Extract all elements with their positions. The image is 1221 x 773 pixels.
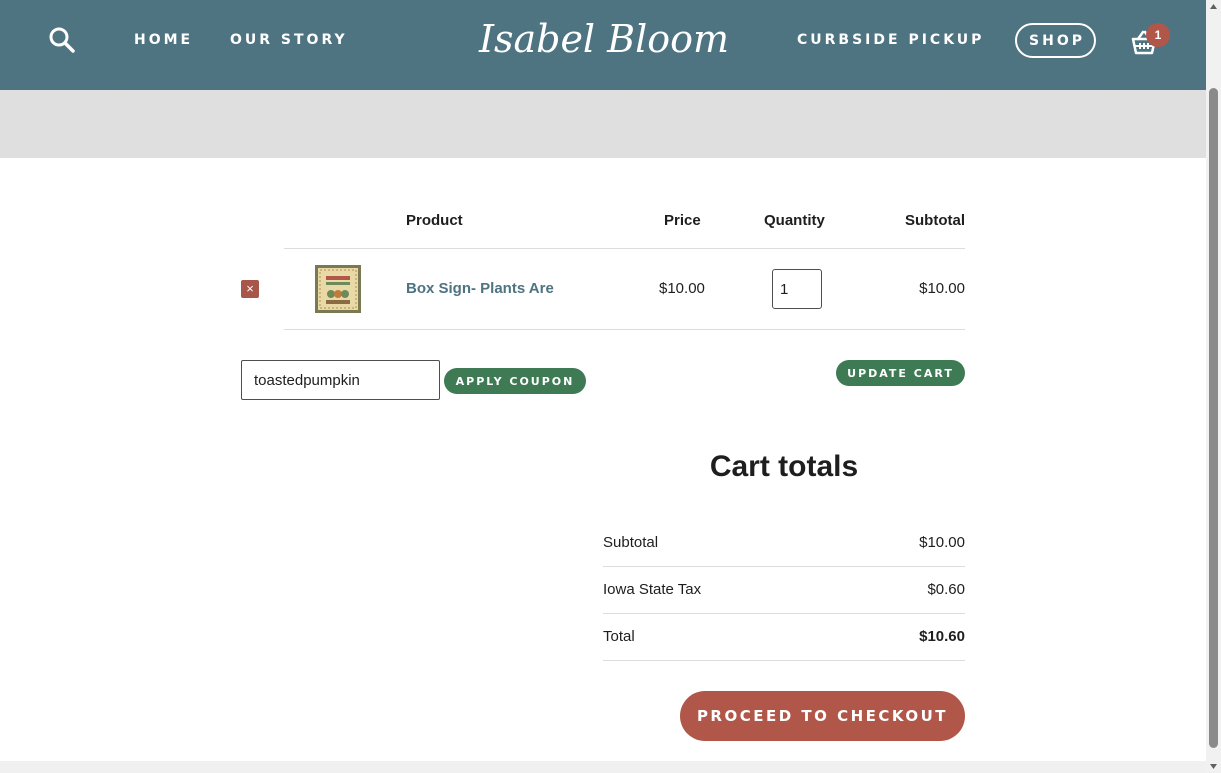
remove-item-button[interactable]: × <box>241 280 259 298</box>
banner-torn-edge <box>0 146 1206 154</box>
tax-label: Iowa State Tax <box>603 581 702 598</box>
cart-totals-title: Cart totals <box>709 450 859 483</box>
column-header-price: Price <box>664 212 701 229</box>
nav-our-story[interactable]: OUR STORY <box>230 32 348 48</box>
footer-strip <box>0 761 1206 773</box>
nav-shop-button[interactable]: SHOP <box>1015 23 1096 58</box>
proceed-to-checkout-button[interactable]: PROCEED TO CHECKOUT <box>680 691 965 741</box>
table-divider <box>284 248 965 249</box>
cart-count-badge: 1 <box>1146 23 1170 47</box>
product-name-link[interactable]: Box Sign- Plants Are <box>406 280 554 297</box>
product-thumbnail[interactable] <box>314 264 362 314</box>
column-header-product: Product <box>406 212 463 229</box>
total-label: Total <box>603 628 635 645</box>
nav-home[interactable]: HOME <box>134 32 193 48</box>
totals-divider <box>603 566 965 567</box>
page-scrollbar[interactable] <box>1206 0 1221 773</box>
scrollbar-thumb[interactable] <box>1209 88 1218 748</box>
scroll-up-arrow-icon[interactable] <box>1209 2 1218 12</box>
tax-value: $0.60 <box>927 581 965 598</box>
subtotal-value: $10.00 <box>919 534 965 551</box>
update-cart-button[interactable]: UPDATE CART <box>836 360 965 386</box>
apply-coupon-button[interactable]: APPLY COUPON <box>444 368 586 394</box>
total-value: $10.60 <box>919 628 965 645</box>
subtotal-label: Subtotal <box>603 534 659 551</box>
table-divider <box>284 329 965 330</box>
scroll-down-arrow-icon[interactable] <box>1209 761 1218 771</box>
coupon-code-input[interactable] <box>241 360 440 400</box>
totals-divider <box>603 613 965 614</box>
product-price: $10.00 <box>659 280 705 297</box>
product-subtotal: $10.00 <box>919 280 965 297</box>
column-header-subtotal: Subtotal <box>905 212 965 229</box>
search-icon[interactable] <box>48 26 76 54</box>
totals-divider <box>603 660 965 661</box>
quantity-input[interactable] <box>772 269 822 309</box>
column-header-quantity: Quantity <box>764 212 825 229</box>
logo-text: Isabel Bloom <box>478 17 729 61</box>
nav-curbside-pickup[interactable]: CURBSIDE PICKUP <box>797 32 984 48</box>
isabel-bloom-logo[interactable]: Isabel Bloom <box>476 14 732 66</box>
